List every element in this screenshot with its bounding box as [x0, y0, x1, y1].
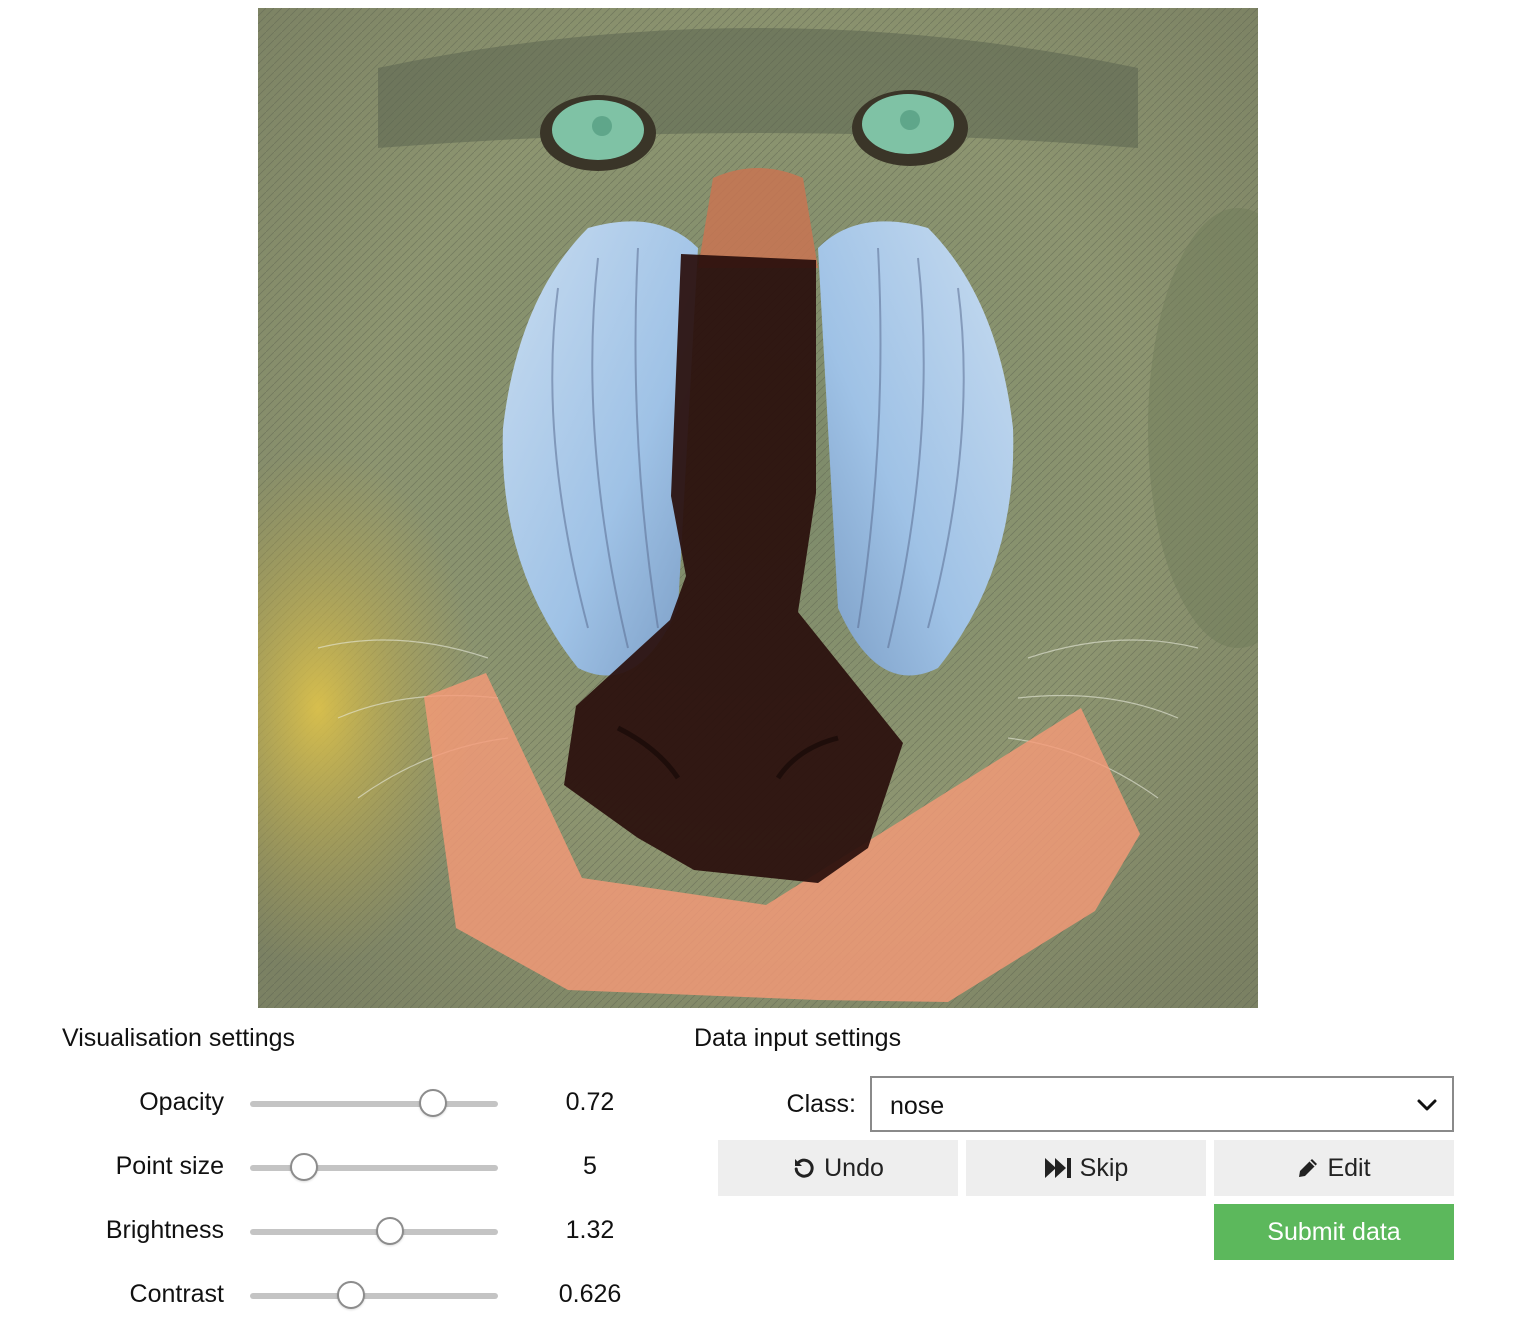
opacity-slider[interactable]	[250, 1089, 498, 1117]
submit-data-button[interactable]: Submit data	[1214, 1204, 1454, 1260]
skip-button-label: Skip	[1079, 1153, 1129, 1182]
visualisation-settings-title: Visualisation settings	[62, 1024, 296, 1052]
brightness-slider-thumb[interactable]	[376, 1217, 405, 1245]
point-size-slider-thumb[interactable]	[289, 1153, 318, 1181]
edit-button-label: Edit	[1327, 1153, 1371, 1182]
edit-button[interactable]: Edit	[1214, 1140, 1454, 1196]
point-size-slider[interactable]	[250, 1153, 498, 1181]
point-size-label: Point size	[115, 1152, 224, 1180]
skip-forward-icon	[1044, 1158, 1071, 1178]
pencil-icon	[1299, 1159, 1318, 1177]
contrast-slider-thumb[interactable]	[336, 1281, 365, 1309]
undo-button-label: Undo	[824, 1153, 884, 1182]
submit-data-button-label: Submit data	[1267, 1217, 1401, 1246]
image-canvas[interactable]	[258, 8, 1258, 1008]
undo-button[interactable]: Undo	[718, 1140, 958, 1196]
chevron-down-icon	[1417, 1099, 1437, 1111]
brightness-slider-row: Brightness 1.32	[0, 1208, 660, 1256]
eye-right	[852, 90, 968, 166]
opacity-slider-row: Opacity 0.72	[0, 1080, 660, 1128]
point-size-slider-row: Point size 5	[0, 1144, 660, 1192]
skip-button[interactable]: Skip	[966, 1140, 1206, 1196]
contrast-slider-row: Contrast 0.626	[0, 1272, 660, 1320]
brightness-slider[interactable]	[250, 1217, 498, 1245]
eye-left	[540, 95, 656, 171]
annotation-canvas[interactable]	[258, 8, 1258, 1008]
class-label: Class:	[786, 1090, 856, 1118]
contrast-value: 0.626	[558, 1280, 622, 1308]
point-size-value: 5	[583, 1152, 597, 1180]
contrast-slider[interactable]	[250, 1281, 498, 1309]
undo-icon	[794, 1158, 814, 1178]
contrast-label: Contrast	[129, 1280, 224, 1308]
brightness-label: Brightness	[105, 1216, 224, 1244]
opacity-value: 0.72	[565, 1088, 615, 1116]
class-select[interactable]: nose	[870, 1076, 1454, 1132]
opacity-label: Opacity	[139, 1088, 224, 1116]
nose-bridge	[698, 168, 818, 268]
data-input-settings-title: Data input settings	[694, 1024, 902, 1052]
class-select-value: nose	[890, 1092, 945, 1120]
opacity-slider-thumb[interactable]	[418, 1089, 447, 1117]
brightness-value: 1.32	[565, 1216, 615, 1244]
